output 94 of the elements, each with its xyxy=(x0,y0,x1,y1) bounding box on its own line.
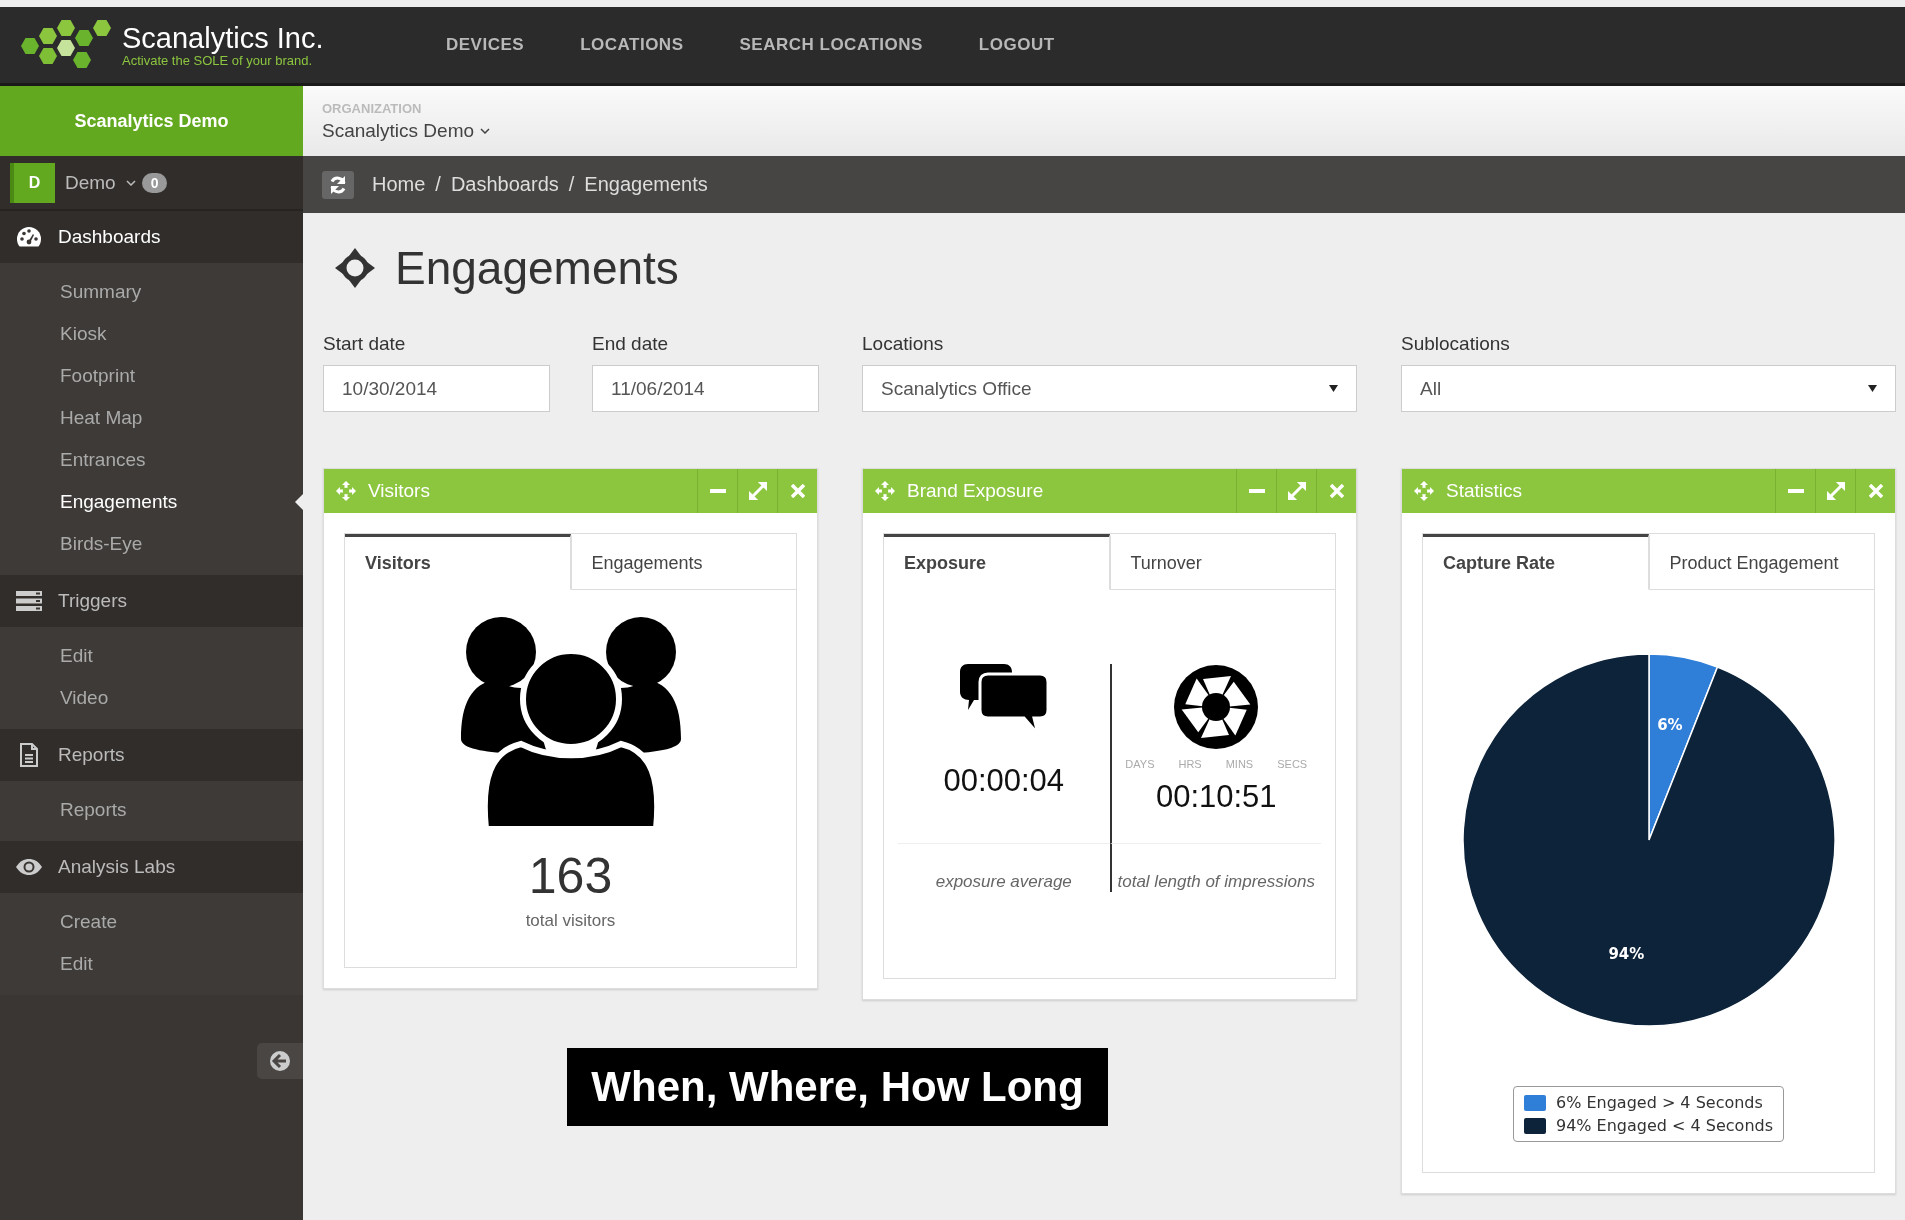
stat-caption: exposure average xyxy=(934,871,1073,892)
nav-link[interactable]: LOCATIONS xyxy=(552,35,712,55)
time-unit-label: SECS xyxy=(1277,758,1308,771)
user-menu[interactable]: Demo xyxy=(65,171,116,194)
video-caption: When, Where, How Long xyxy=(567,1048,1108,1126)
section-label: Triggers xyxy=(58,590,127,612)
panel-tab[interactable]: Capture Rate xyxy=(1423,534,1649,590)
sidebar-item[interactable]: Edit xyxy=(0,635,303,677)
time-value: 00:00:04 xyxy=(943,763,1065,799)
field-label: End date xyxy=(592,333,670,355)
close-icon xyxy=(1329,484,1344,498)
sidebar-item[interactable]: Edit xyxy=(0,943,303,985)
close-icon xyxy=(1868,484,1883,498)
aperture-icon xyxy=(1173,664,1260,750)
panel-tab[interactable]: Turnover xyxy=(1109,534,1335,590)
expand-icon xyxy=(1287,482,1306,500)
panel-tab[interactable]: Exposure xyxy=(884,534,1110,590)
crosshair-icon xyxy=(335,248,375,288)
gauge-icon xyxy=(16,226,42,248)
close-icon xyxy=(790,484,805,498)
sidebar-item[interactable]: Create xyxy=(0,901,303,943)
move-icon[interactable] xyxy=(336,481,356,501)
refresh-button[interactable] xyxy=(322,170,354,199)
chevron-down-icon xyxy=(480,127,491,134)
dropdown-field[interactable]: Scanalytics Office xyxy=(862,365,1357,412)
chevron-down-icon xyxy=(125,179,136,186)
breadcrumb-link[interactable]: Home xyxy=(372,173,426,196)
sidebar-item[interactable]: Heat Map xyxy=(0,397,303,439)
section-label: Dashboards xyxy=(58,226,161,248)
organization-select[interactable]: Scanalytics Demo xyxy=(322,119,475,142)
sidebar-item[interactable]: Engagements xyxy=(0,481,303,523)
slice-label: 94% xyxy=(1607,944,1644,963)
collapse-button[interactable] xyxy=(257,1043,303,1079)
dropdown-field[interactable]: All xyxy=(1401,365,1896,412)
minus-icon xyxy=(1248,489,1265,493)
section-label: Reports xyxy=(58,744,125,766)
minus-icon xyxy=(709,489,726,493)
field-label: Sublocations xyxy=(1401,333,1511,355)
date-field[interactable]: 11/06/2014 xyxy=(592,365,819,412)
organization-title: Scanalytics Demo xyxy=(0,86,303,156)
breadcrumb-separator: / xyxy=(435,173,441,196)
count-caption: total visitors xyxy=(525,911,616,931)
sidebar-section[interactable]: Triggers xyxy=(0,575,303,627)
widget-title: Visitors xyxy=(368,480,431,502)
sidebar-section[interactable]: Dashboards xyxy=(0,211,303,263)
sidebar-item[interactable]: Video xyxy=(0,677,303,719)
time-value: 00:10:51 xyxy=(1155,779,1277,815)
breadcrumb-link[interactable]: Dashboards xyxy=(450,173,559,196)
nav-link[interactable]: SEARCH LOCATIONS xyxy=(711,35,951,55)
nav-link[interactable]: DEVICES xyxy=(418,35,553,55)
sidebar-item[interactable]: Footprint xyxy=(0,355,303,397)
time-unit-label: DAYS xyxy=(1125,758,1155,771)
dropdown-arrow-icon xyxy=(1868,385,1877,392)
panel-tab[interactable]: Product Engagement xyxy=(1648,534,1874,590)
widget-title: Statistics xyxy=(1446,480,1524,502)
expand-icon xyxy=(748,482,767,500)
sidebar-section[interactable]: Reports xyxy=(0,729,303,781)
sidebar-item[interactable]: Summary xyxy=(0,271,303,313)
stat-caption: total length of impressions xyxy=(1109,844,1321,892)
visitor-count: 163 xyxy=(528,847,613,905)
move-icon[interactable] xyxy=(875,481,895,501)
field-label: Locations xyxy=(862,333,945,355)
panel-tab[interactable]: Engagements xyxy=(570,534,796,590)
sidebar-item[interactable]: Entrances xyxy=(0,439,303,481)
field-label: ORGANIZATION xyxy=(322,100,423,116)
expand-icon xyxy=(1826,482,1845,500)
sidebar-section[interactable]: Analysis Labs xyxy=(0,841,303,893)
eye-icon xyxy=(15,858,43,876)
slice-label: 6% xyxy=(1656,716,1683,735)
document-icon xyxy=(19,743,39,767)
time-unit-label: MINS xyxy=(1225,758,1254,771)
stack-icon xyxy=(16,591,42,611)
nav-link[interactable]: LOGOUT xyxy=(950,35,1083,55)
sidebar-item[interactable]: Kiosk xyxy=(0,313,303,355)
field-label: Start date xyxy=(323,333,407,355)
user-avatar: D xyxy=(10,162,55,203)
legend-label: 6% Engaged > 4 Seconds xyxy=(1555,1093,1763,1112)
move-icon[interactable] xyxy=(1414,481,1434,501)
date-field[interactable]: 10/30/2014 xyxy=(323,365,550,412)
page-title: Engagements xyxy=(395,241,679,295)
time-unit-label: HRS xyxy=(1178,758,1202,771)
breadcrumb-link[interactable]: Engagements xyxy=(584,173,708,196)
back-arrow-icon xyxy=(269,1050,291,1072)
notification-count: 0 xyxy=(141,172,168,193)
section-label: Analysis Labs xyxy=(58,856,176,878)
widget-title: Brand Exposure xyxy=(907,480,1045,502)
legend-label: 94% Engaged < 4 Seconds xyxy=(1555,1116,1774,1135)
minus-icon xyxy=(1787,489,1804,493)
sidebar-item[interactable]: Birds-Eye xyxy=(0,523,303,565)
panel-tab[interactable]: Visitors xyxy=(345,534,571,590)
breadcrumb-separator: / xyxy=(568,173,575,196)
refresh-icon xyxy=(328,174,348,195)
dropdown-arrow-icon xyxy=(1329,385,1338,392)
company-name: Scanalytics Inc. xyxy=(122,22,324,53)
